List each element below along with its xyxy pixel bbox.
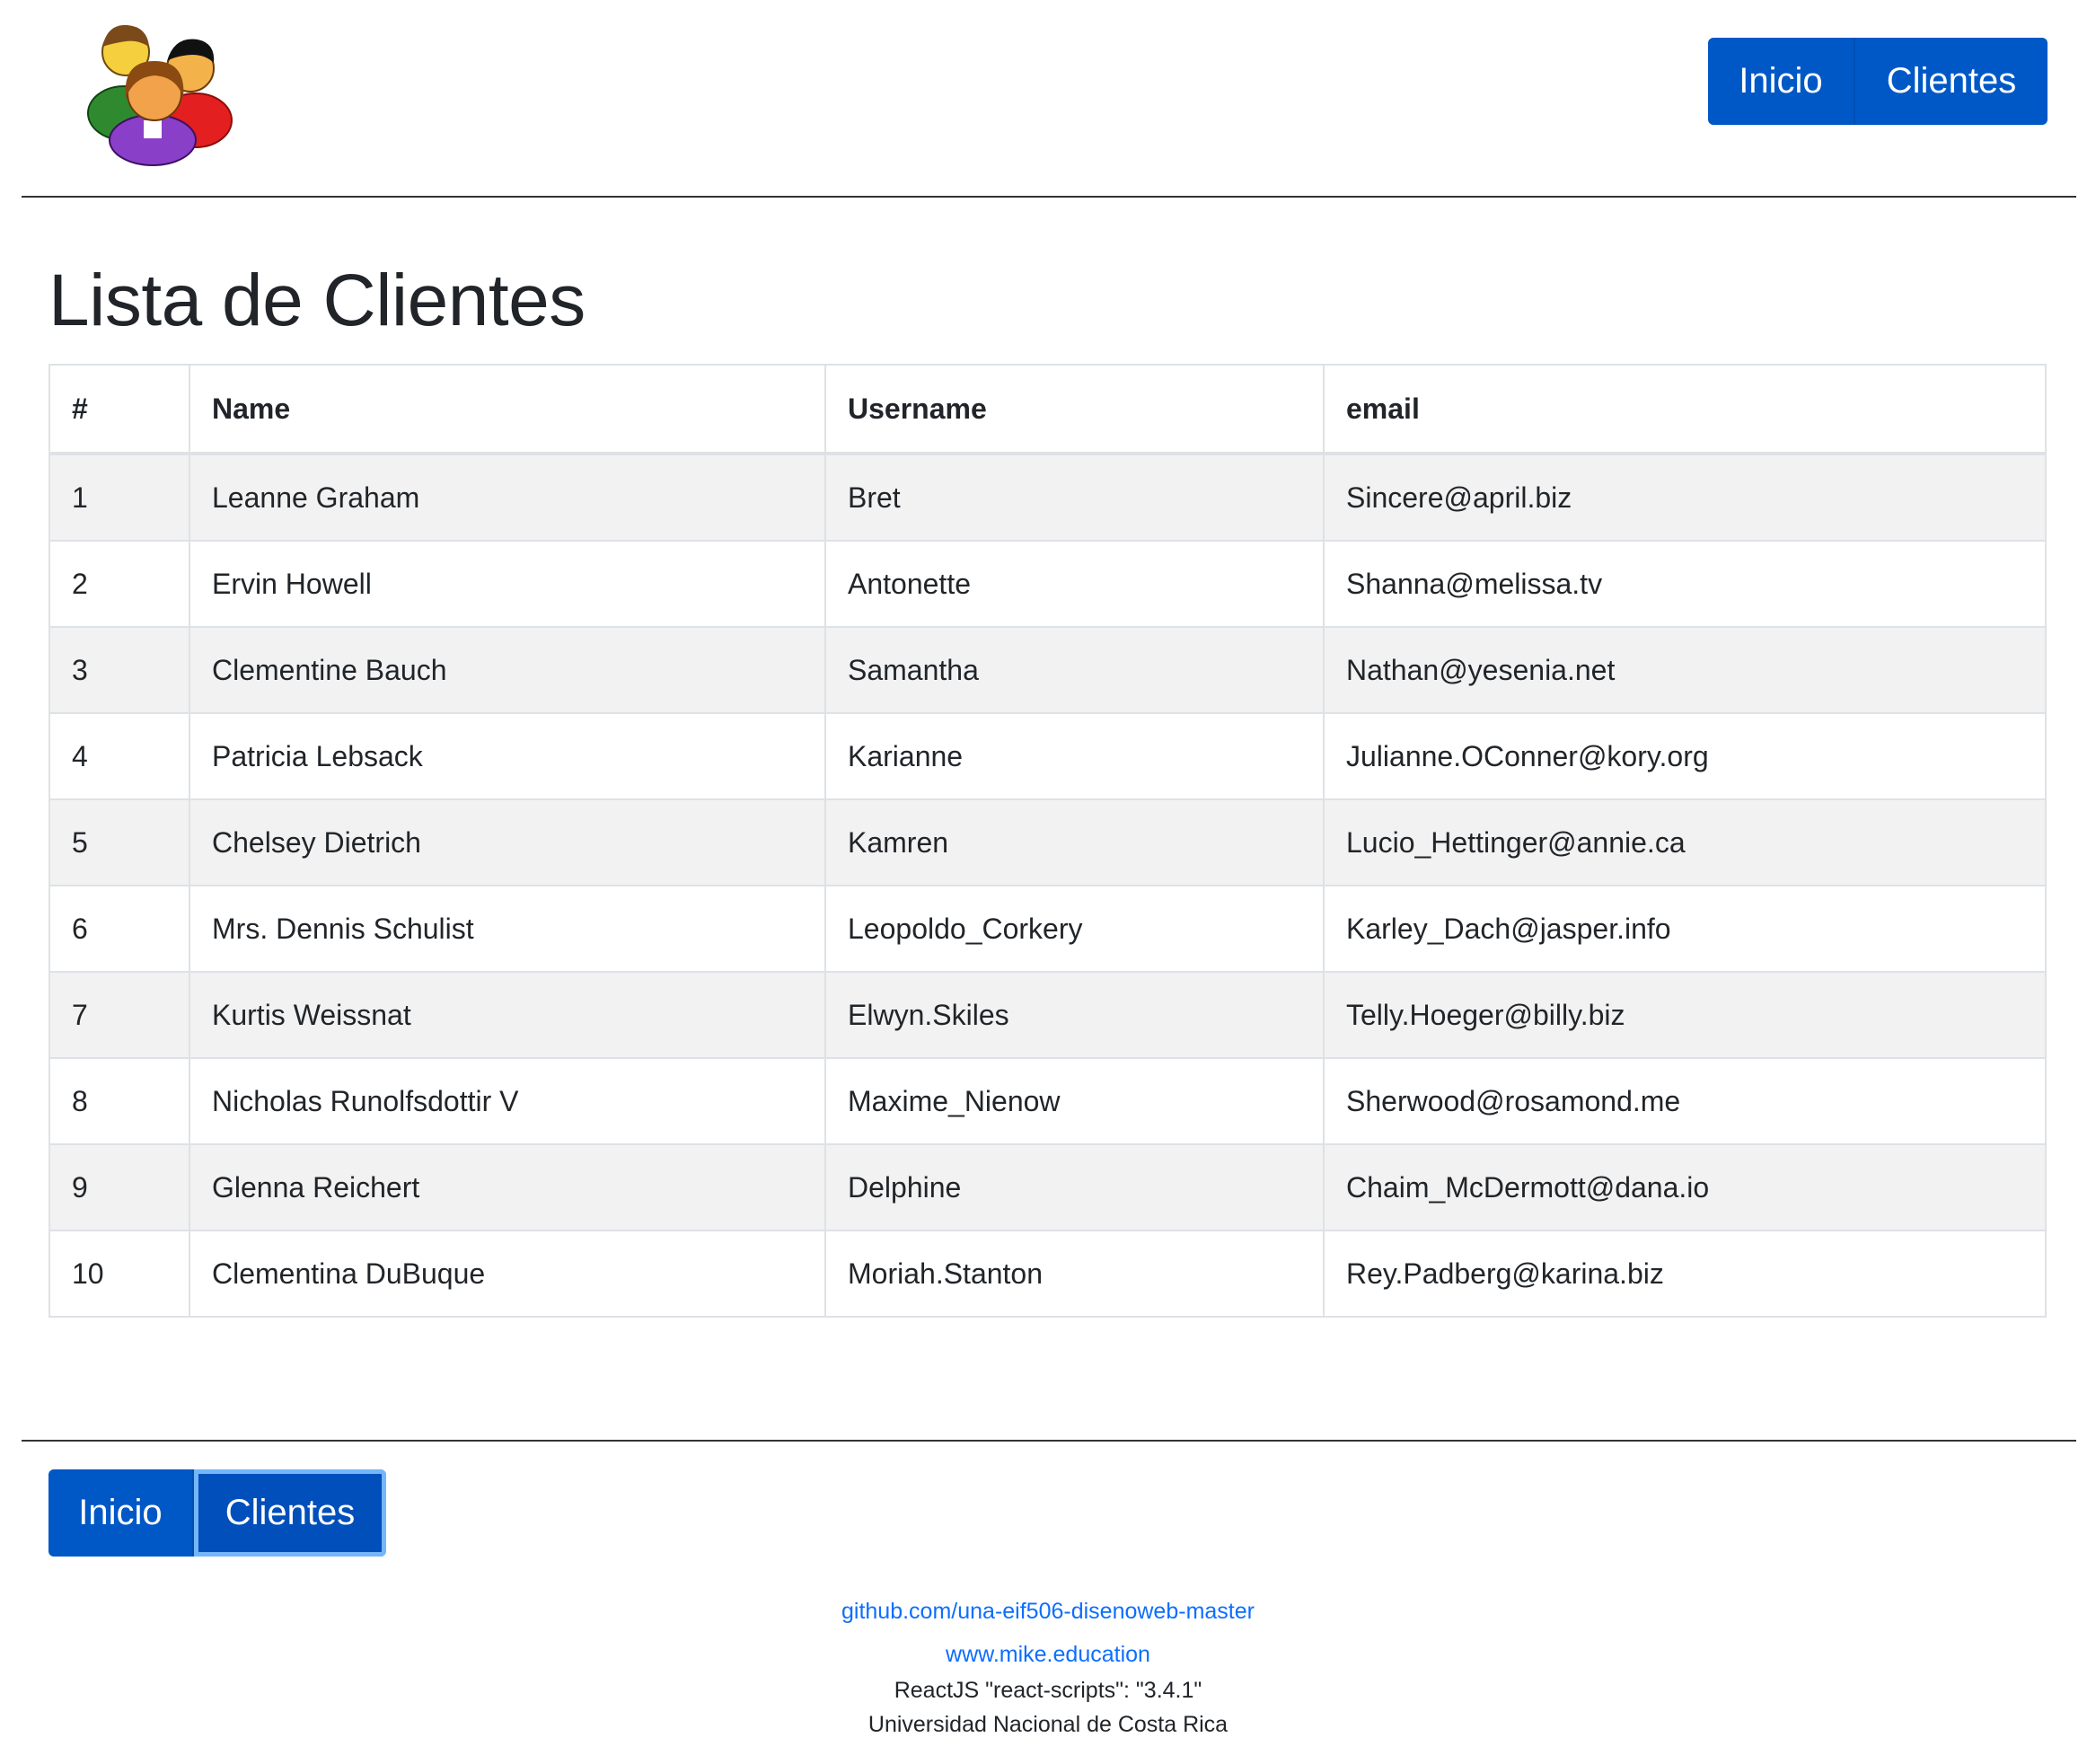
table-row: 6 Mrs. Dennis Schulist Leopoldo_Corkery … <box>48 885 2047 973</box>
cell-username: Bret <box>824 453 1325 542</box>
header-divider <box>22 196 2076 198</box>
footer-react-info: ReactJS "react-scripts": "3.4.1" <box>0 1678 2096 1704</box>
table-row: 7 Kurtis Weissnat Elwyn.Skiles Telly.Hoe… <box>48 971 2047 1059</box>
bottom-nav: Inicio Clientes <box>48 1469 386 1557</box>
cell-name: Patricia Lebsack <box>189 712 826 800</box>
users-group-icon <box>87 24 233 166</box>
column-header-number: # <box>48 364 190 455</box>
footer-repo: github.com/una-eif506-disenoweb-master <box>0 1599 2096 1625</box>
cell-username: Leopoldo_Corkery <box>824 885 1325 973</box>
footer-clientes-button[interactable]: Clientes <box>192 1469 386 1557</box>
page: Inicio Clientes Lista de Clientes # Name… <box>0 0 2096 1764</box>
cell-email: Nathan@yesenia.net <box>1323 626 2047 714</box>
cell-number: 6 <box>48 885 190 973</box>
table-row: 5 Chelsey Dietrich Kamren Lucio_Hettinge… <box>48 798 2047 886</box>
cell-username: Elwyn.Skiles <box>824 971 1325 1059</box>
page-title: Lista de Clientes <box>48 260 586 341</box>
react-version-text: ReactJS "react-scripts": "3.4.1" <box>894 1678 1202 1703</box>
nav-inicio-button[interactable]: Inicio <box>1708 38 1854 125</box>
cell-number: 5 <box>48 798 190 886</box>
cell-name: Nicholas Runolfsdottir V <box>189 1057 826 1145</box>
cell-username: Moriah.Stanton <box>824 1230 1325 1318</box>
table-row: 1 Leanne Graham Bret Sincere@april.biz <box>48 453 2047 542</box>
cell-name: Clementine Bauch <box>189 626 826 714</box>
footer-university: Universidad Nacional de Costa Rica <box>0 1712 2096 1738</box>
cell-number: 2 <box>48 540 190 628</box>
table-row: 3 Clementine Bauch Samantha Nathan@yesen… <box>48 626 2047 714</box>
cell-username: Delphine <box>824 1143 1325 1231</box>
column-header-username: Username <box>824 364 1325 455</box>
cell-username: Karianne <box>824 712 1325 800</box>
clients-table: # Name Username email 1 Leanne Graham Br… <box>48 364 2047 1318</box>
cell-email: Karley_Dach@jasper.info <box>1323 885 2047 973</box>
column-header-email: email <box>1323 364 2047 455</box>
cell-username: Antonette <box>824 540 1325 628</box>
cell-username: Kamren <box>824 798 1325 886</box>
cell-email: Sherwood@rosamond.me <box>1323 1057 2047 1145</box>
cell-number: 10 <box>48 1230 190 1318</box>
table-row: 10 Clementina DuBuque Moriah.Stanton Rey… <box>48 1230 2047 1318</box>
table-row: 2 Ervin Howell Antonette Shanna@melissa.… <box>48 540 2047 628</box>
footer-inicio-button[interactable]: Inicio <box>48 1469 192 1557</box>
cell-name: Chelsey Dietrich <box>189 798 826 886</box>
cell-number: 8 <box>48 1057 190 1145</box>
table-header-row: # Name Username email <box>48 364 2047 455</box>
github-repo-link[interactable]: github.com/una-eif506-disenoweb-master <box>841 1599 1255 1624</box>
nav-clientes-button[interactable]: Clientes <box>1854 38 2048 125</box>
table-row: 9 Glenna Reichert Delphine Chaim_McDermo… <box>48 1143 2047 1231</box>
cell-number: 3 <box>48 626 190 714</box>
cell-name: Clementina DuBuque <box>189 1230 826 1318</box>
top-nav: Inicio Clientes <box>1708 38 2048 125</box>
cell-name: Kurtis Weissnat <box>189 971 826 1059</box>
cell-email: Telly.Hoeger@billy.biz <box>1323 971 2047 1059</box>
cell-email: Chaim_McDermott@dana.io <box>1323 1143 2047 1231</box>
cell-number: 7 <box>48 971 190 1059</box>
table-row: 8 Nicholas Runolfsdottir V Maxime_Nienow… <box>48 1057 2047 1145</box>
cell-email: Sincere@april.biz <box>1323 453 2047 542</box>
footer-divider <box>22 1440 2076 1442</box>
cell-name: Ervin Howell <box>189 540 826 628</box>
cell-number: 9 <box>48 1143 190 1231</box>
cell-name: Leanne Graham <box>189 453 826 542</box>
column-header-name: Name <box>189 364 826 455</box>
cell-number: 1 <box>48 453 190 542</box>
cell-number: 4 <box>48 712 190 800</box>
cell-email: Julianne.OConner@kory.org <box>1323 712 2047 800</box>
cell-name: Glenna Reichert <box>189 1143 826 1231</box>
cell-email: Lucio_Hettinger@annie.ca <box>1323 798 2047 886</box>
cell-username: Samantha <box>824 626 1325 714</box>
cell-email: Shanna@melissa.tv <box>1323 540 2047 628</box>
footer-site: www.mike.education <box>0 1642 2096 1668</box>
website-link[interactable]: www.mike.education <box>946 1642 1150 1667</box>
cell-username: Maxime_Nienow <box>824 1057 1325 1145</box>
cell-email: Rey.Padberg@karina.biz <box>1323 1230 2047 1318</box>
table-row: 4 Patricia Lebsack Karianne Julianne.OCo… <box>48 712 2047 800</box>
university-text: Universidad Nacional de Costa Rica <box>867 1712 1229 1737</box>
cell-name: Mrs. Dennis Schulist <box>189 885 826 973</box>
